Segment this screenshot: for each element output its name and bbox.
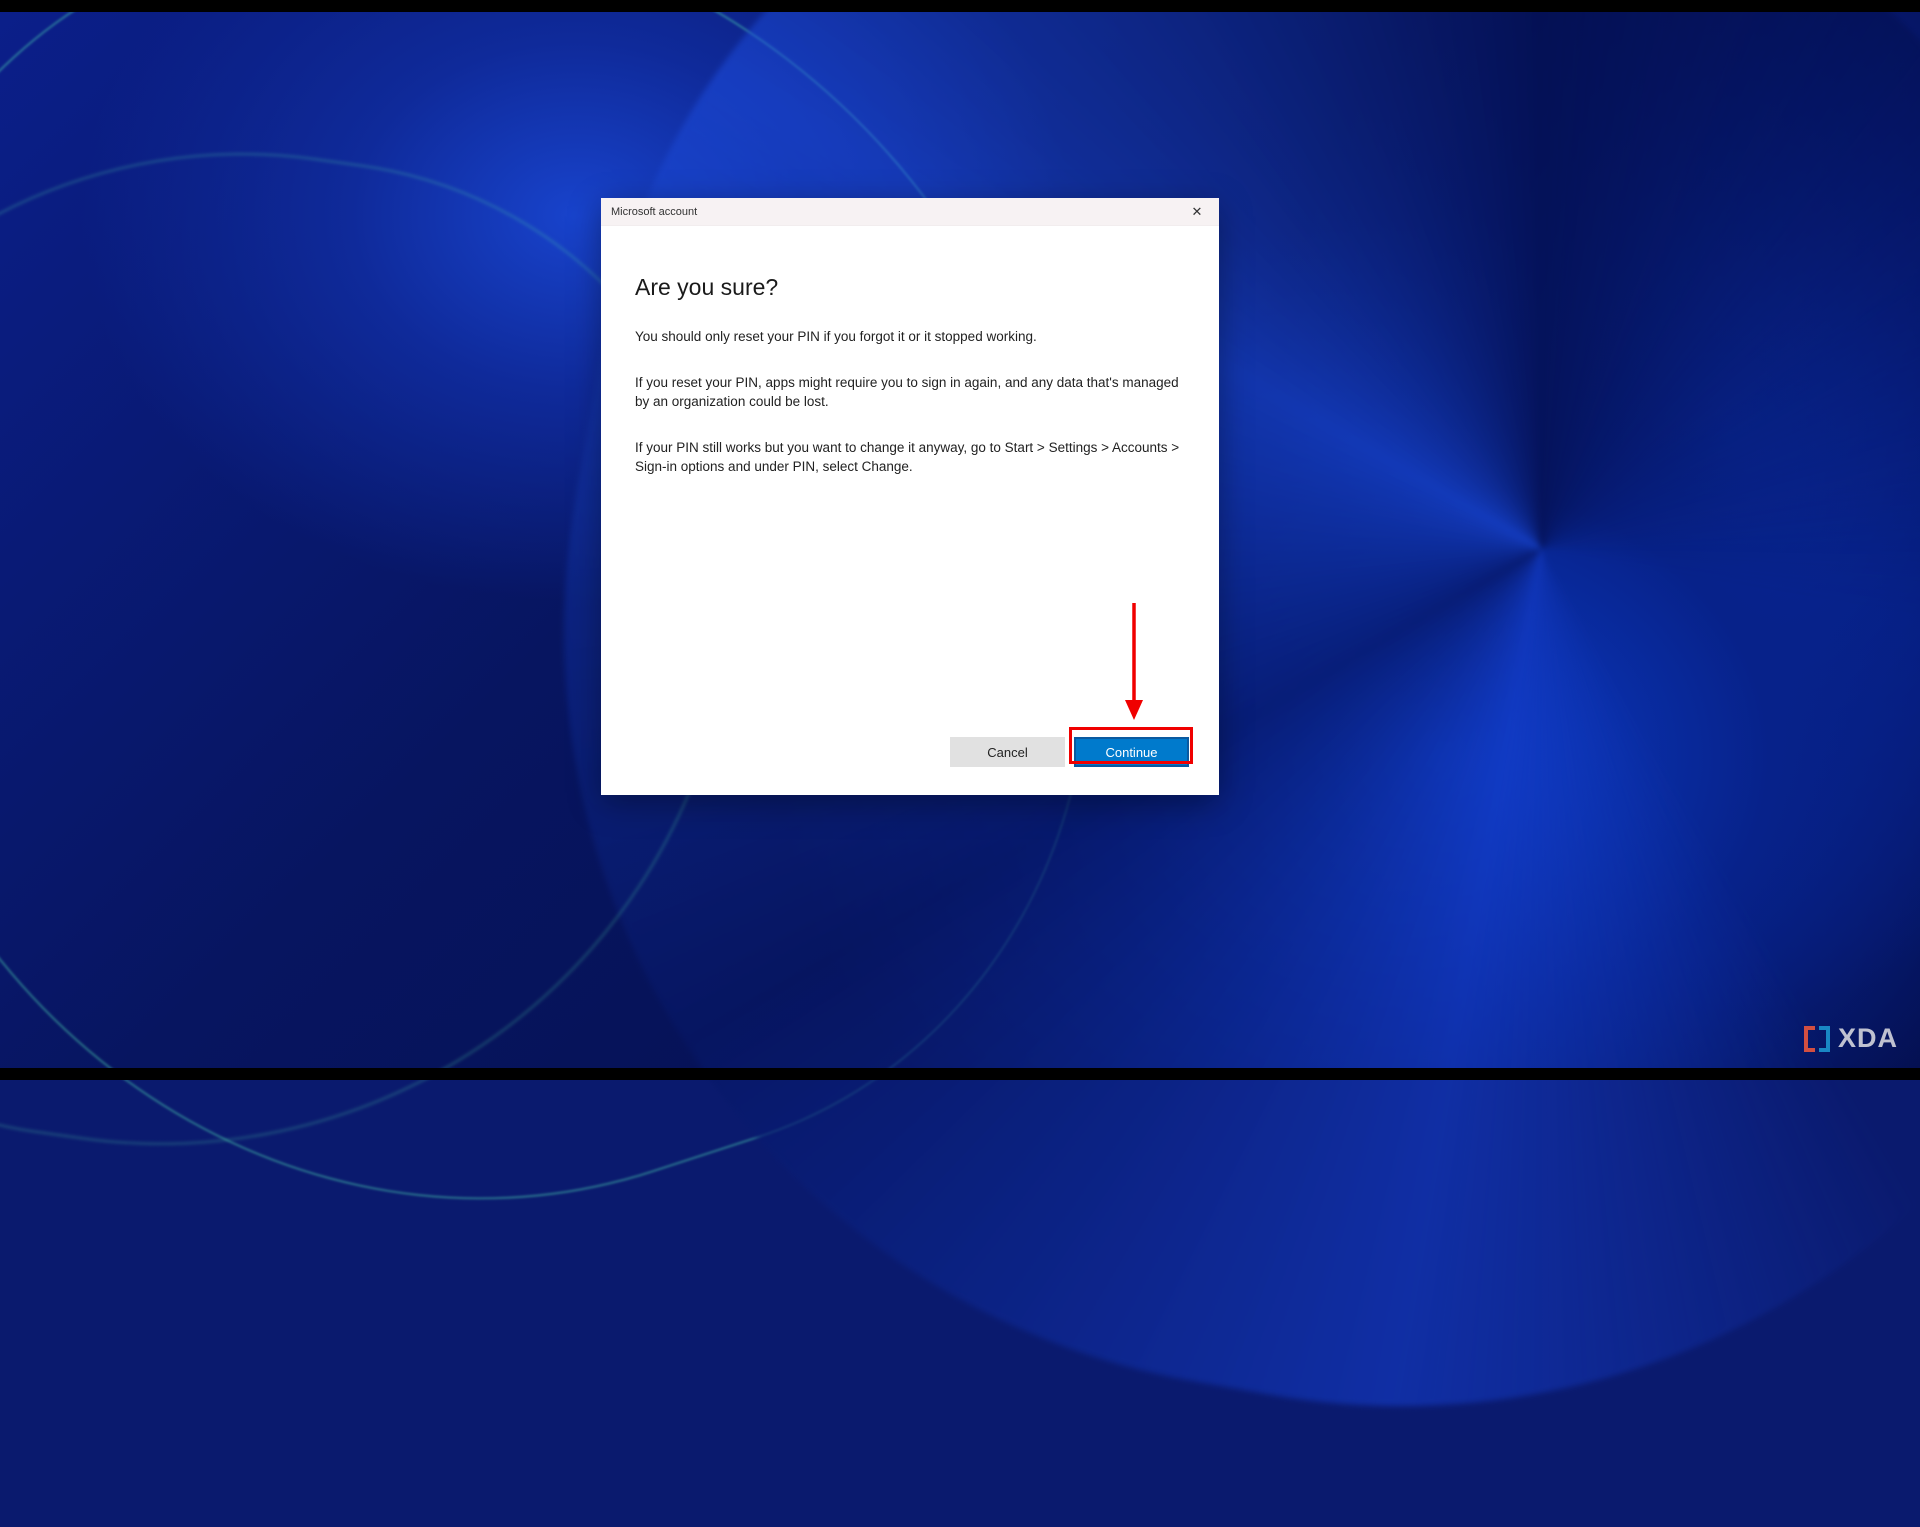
dialog-body: Are you sure? You should only reset your…	[601, 226, 1219, 737]
close-icon: ✕	[1192, 205, 1203, 218]
bracket-icon	[1802, 1024, 1832, 1054]
dialog-heading: Are you sure?	[635, 274, 1187, 301]
letterbox-bottom	[0, 1068, 1920, 1080]
continue-button[interactable]: Continue	[1074, 737, 1189, 767]
cancel-button[interactable]: Cancel	[950, 737, 1065, 767]
dialog-text-1: You should only reset your PIN if you fo…	[635, 327, 1180, 347]
dialog-text-2: If you reset your PIN, apps might requir…	[635, 373, 1180, 412]
dialog-footer: Cancel Continue	[601, 737, 1219, 795]
close-button[interactable]: ✕	[1175, 198, 1219, 226]
watermark-text: XDA	[1838, 1023, 1898, 1054]
xda-watermark: XDA	[1802, 1023, 1898, 1054]
letterbox-top	[0, 0, 1920, 12]
pin-reset-confirm-dialog: Microsoft account ✕ Are you sure? You sh…	[601, 198, 1219, 795]
dialog-text-3: If your PIN still works but you want to …	[635, 438, 1180, 477]
dialog-titlebar: Microsoft account ✕	[601, 198, 1219, 226]
dialog-title: Microsoft account	[611, 206, 1175, 218]
